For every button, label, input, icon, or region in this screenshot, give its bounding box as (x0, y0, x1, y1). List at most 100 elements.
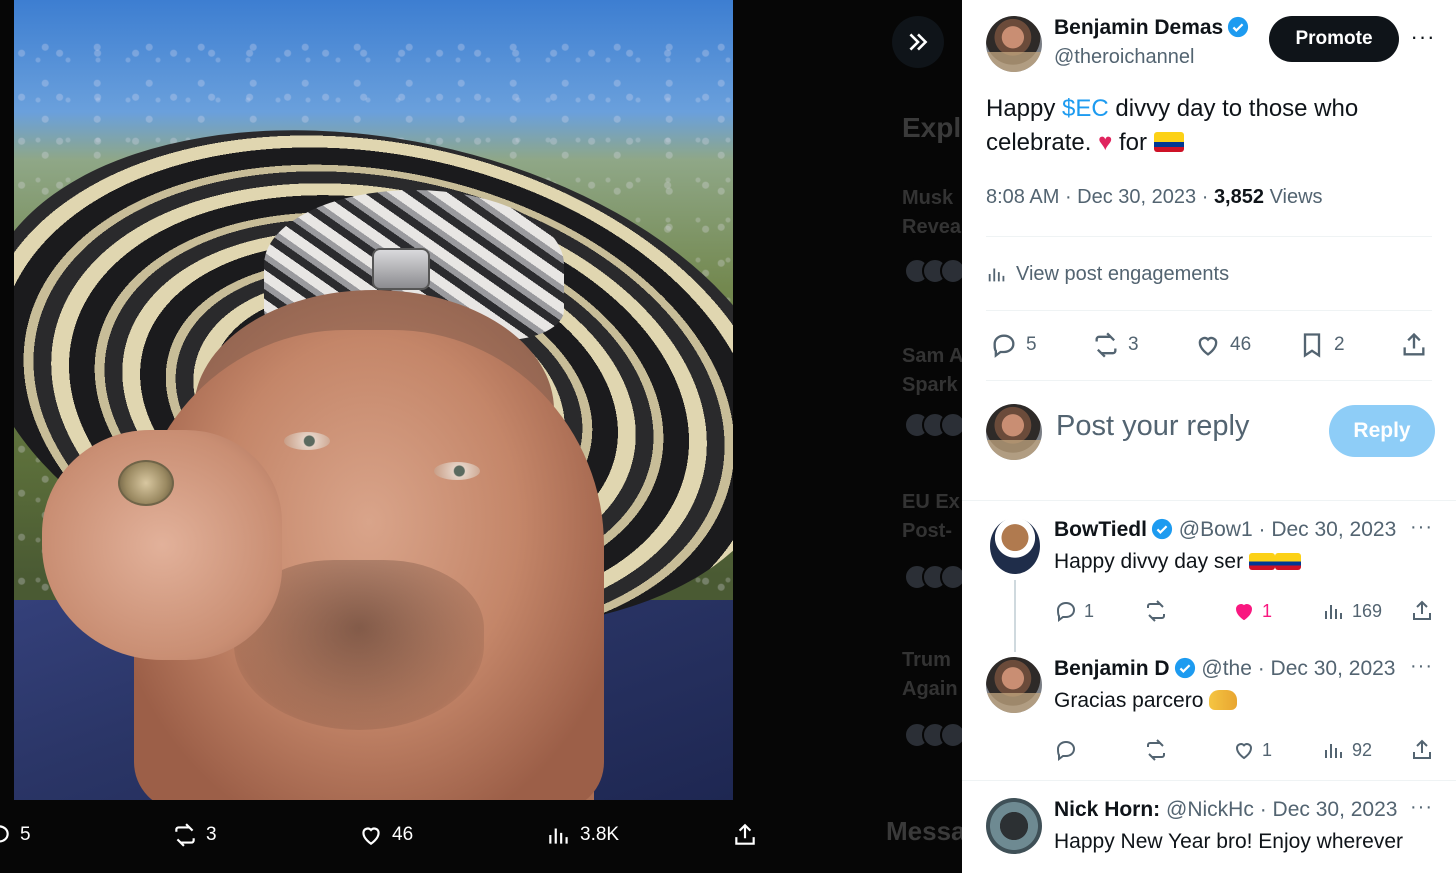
red-heart-emoji: ♥ (1098, 129, 1113, 156)
views-label: Views (1269, 186, 1323, 208)
collapse-panel-button[interactable] (892, 16, 944, 68)
engagements-label: View post engagements (1016, 262, 1230, 285)
cashtag-link[interactable]: $EC (1062, 95, 1109, 122)
author-handle[interactable]: @theroichannel (1054, 46, 1194, 69)
repost-button[interactable]: 3 (1092, 322, 1139, 368)
post-photo[interactable] (14, 0, 733, 800)
coin-ring (118, 460, 174, 506)
views-count: 3,852 (1213, 186, 1264, 208)
reply-avatar[interactable] (990, 518, 1040, 574)
viewer-like-button[interactable]: 46 (358, 812, 413, 858)
trend-avatars (904, 722, 962, 750)
trend-item[interactable]: Post- (902, 517, 952, 546)
trend-item[interactable]: Again (902, 675, 958, 704)
messages-drawer-label[interactable]: Messa (886, 816, 962, 847)
reply-author-name: Benjamin D (1054, 657, 1170, 680)
double-chevron-right-icon (909, 33, 928, 51)
repost-icon (1147, 600, 1165, 622)
post-text-part: Happy (986, 95, 1063, 122)
author-name-text: Benjamin Demas (1054, 16, 1224, 39)
verified-badge-icon (1228, 16, 1249, 38)
trend-item[interactable]: Spark (902, 371, 958, 400)
reply-input[interactable]: Post your reply (1056, 410, 1249, 443)
reply-share-button[interactable] (1410, 596, 1440, 626)
reply-author[interactable]: Benjamin D @the · Dec 30, 2023 (1054, 657, 1396, 681)
share-button[interactable] (1400, 322, 1436, 368)
viewer-share-button[interactable] (732, 812, 766, 858)
reply-icon (1056, 740, 1076, 761)
reply-views-count: 92 (1352, 739, 1373, 760)
reply-icon (993, 334, 1015, 358)
heart-icon (362, 827, 380, 845)
reply-more-icon[interactable]: ··· (1410, 655, 1433, 678)
trend-item[interactable]: Revea (902, 213, 961, 242)
post-date[interactable]: Dec 30, 2023 (1077, 186, 1196, 208)
views-chart-icon (1325, 744, 1342, 758)
author-name[interactable]: Benjamin Demas (1054, 16, 1249, 40)
reply-repost-button[interactable] (1144, 596, 1174, 626)
reply-author[interactable]: BowTiedl @Bow1 · Dec 30, 2023 (1054, 518, 1396, 542)
reply-avatar[interactable] (986, 657, 1042, 713)
reply-action-bar: 1 92 (1054, 735, 1434, 765)
reply-date: · Dec 30, 2023 (1259, 798, 1398, 821)
reply-views-button[interactable]: 92 (1322, 735, 1372, 765)
reply-share-button[interactable] (1410, 735, 1440, 765)
trend-item[interactable]: Trum (902, 646, 951, 675)
divider (962, 780, 1456, 781)
colombia-flag-emoji (1248, 553, 1275, 570)
post-text: Happy $EC divvy day to those who celebra… (986, 92, 1426, 160)
view-engagements-link[interactable]: View post engagements (986, 258, 1229, 290)
reply-avatar[interactable] (986, 798, 1042, 854)
reply-like-count: 1 (1262, 600, 1273, 621)
reply-views-button[interactable]: 169 (1322, 596, 1382, 626)
reply-reply-button[interactable] (1054, 735, 1084, 765)
reply-like-button[interactable]: 1 (1232, 735, 1272, 765)
viewer-reply-button[interactable]: 5 (0, 812, 31, 858)
right-eye (434, 462, 480, 480)
reply-more-icon[interactable]: ··· (1410, 516, 1433, 539)
reply-more-icon[interactable]: ··· (1410, 796, 1433, 819)
media-viewer: Expl Musk Revea Sam A Spark EU Ex Post- … (0, 0, 962, 873)
divider (986, 236, 1432, 237)
reply-action-bar: 1 1 169 (1054, 596, 1434, 626)
like-button[interactable]: 46 (1194, 322, 1251, 368)
promote-button[interactable]: Promote (1269, 16, 1399, 62)
like-count: 46 (1230, 334, 1252, 355)
post-time[interactable]: 8:08 AM (986, 186, 1059, 208)
heart-icon (1198, 336, 1218, 356)
hat-buckle (372, 248, 430, 290)
repost-icon (175, 823, 195, 847)
reply-text: Happy New Year bro! Enjoy wherever (1054, 830, 1404, 853)
explore-sidebar-background: Expl Musk Revea Sam A Spark EU Ex Post- … (880, 0, 962, 873)
divider (986, 380, 1432, 381)
reply-author[interactable]: Nick Horn: @NickHc · Dec 30, 2023 (1054, 798, 1397, 822)
post-text-part: for (1112, 129, 1154, 156)
explore-header: Expl (902, 112, 962, 143)
handshake-emoji (1209, 690, 1238, 710)
trend-item[interactable]: Sam A (902, 342, 962, 371)
bookmark-button[interactable]: 2 (1298, 322, 1345, 368)
composer-avatar (986, 404, 1042, 460)
reply-like-button[interactable]: 1 (1232, 596, 1272, 626)
thread-connector-line (1014, 580, 1016, 652)
reply-author-handle: @NickHc (1166, 798, 1254, 821)
heart-filled-icon (1235, 604, 1253, 621)
share-icon (735, 823, 755, 845)
left-eye (284, 432, 330, 450)
reply-repost-button[interactable] (1144, 735, 1174, 765)
views-chart-icon (988, 268, 1005, 282)
trend-item[interactable]: EU Ex (902, 488, 960, 517)
reply-reply-button[interactable]: 1 (1054, 596, 1094, 626)
viewer-views-button[interactable]: 3.8K (546, 812, 619, 858)
viewer-repost-button[interactable]: 3 (172, 812, 217, 858)
trend-avatars (904, 564, 962, 592)
more-options-icon[interactable]: ··· (1408, 22, 1438, 52)
reply-button[interactable]: 5 (990, 322, 1037, 368)
reply-date: · Dec 30, 2023 (1258, 518, 1397, 541)
viewer-views-count: 3.8K (580, 824, 620, 845)
reply-submit-button[interactable]: Reply (1329, 405, 1435, 457)
bookmark-count: 2 (1334, 334, 1345, 355)
trend-item[interactable]: Musk (902, 184, 953, 213)
author-avatar[interactable] (986, 16, 1042, 72)
reply-icon (0, 825, 9, 843)
